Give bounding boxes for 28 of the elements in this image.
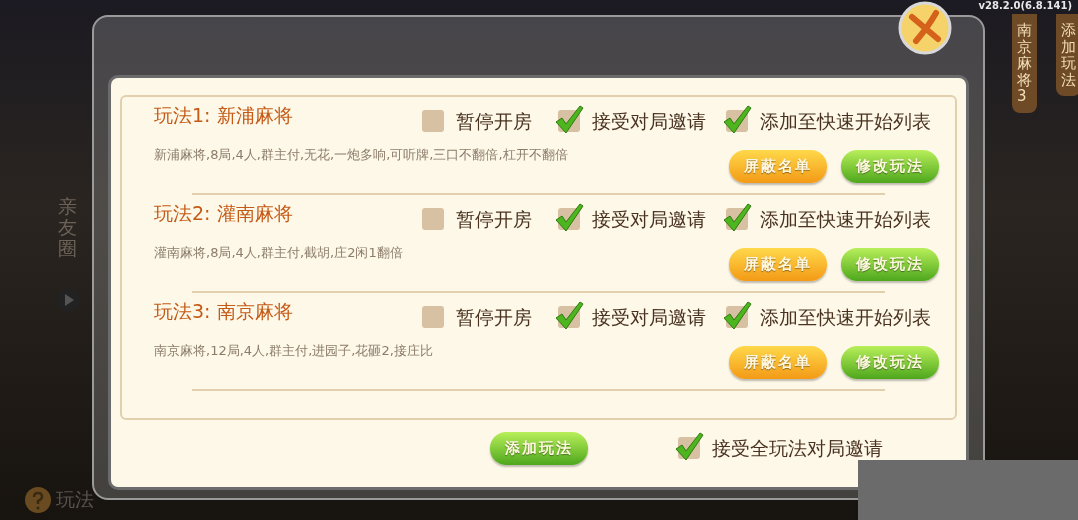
help-label[interactable]: 玩法 [56, 487, 94, 513]
edit-rule-button[interactable]: 修改玩法 [841, 247, 939, 281]
rule-title: 玩法3: 南京麻将 [154, 299, 294, 324]
option-label: 暂停开房 [456, 109, 532, 135]
option-label: 接受全玩法对局邀请 [712, 435, 883, 461]
option-label: 添加至快速开始列表 [760, 305, 931, 331]
option-label: 暂停开房 [456, 305, 532, 331]
friends-circle-tab[interactable]: 亲友圈 [58, 196, 77, 259]
blocklist-button[interactable]: 屏蔽名单 [729, 149, 827, 183]
blocklist-button[interactable]: 屏蔽名单 [729, 345, 827, 379]
option-label: 接受对局邀请 [592, 305, 706, 331]
rule-title: 玩法2: 灌南麻将 [154, 201, 294, 226]
edit-rule-button[interactable]: 修改玩法 [841, 149, 939, 183]
option-label: 添加至快速开始列表 [760, 207, 931, 233]
option-label: 暂停开房 [456, 207, 532, 233]
side-tab[interactable]: 南京麻将3 [1012, 14, 1037, 113]
rule-description: 灌南麻将,8局,4人,群主付,截胡,庄2闲1翻倍 [154, 243, 403, 262]
rule-title: 玩法1: 新浦麻将 [154, 103, 294, 128]
rule-description: 新浦麻将,8局,4人,群主付,无花,一炮多响,可听牌,三口不翻倍,杠开不翻倍 [154, 145, 568, 164]
blocklist-button[interactable]: 屏蔽名单 [729, 247, 827, 281]
option-label: 接受对局邀请 [592, 207, 706, 233]
add-rule-button[interactable]: 添加玩法 [490, 432, 588, 465]
version-label: v28.2.0(6.8.141) [978, 0, 1072, 11]
rule-description: 南京麻将,12局,4人,群主付,进园子,花砸2,接庄比 [154, 341, 433, 360]
edit-rule-button[interactable]: 修改玩法 [841, 345, 939, 379]
side-tab[interactable]: 添加玩法 [1056, 14, 1078, 96]
option-label: 接受对局邀请 [592, 109, 706, 135]
option-label: 添加至快速开始列表 [760, 109, 931, 135]
